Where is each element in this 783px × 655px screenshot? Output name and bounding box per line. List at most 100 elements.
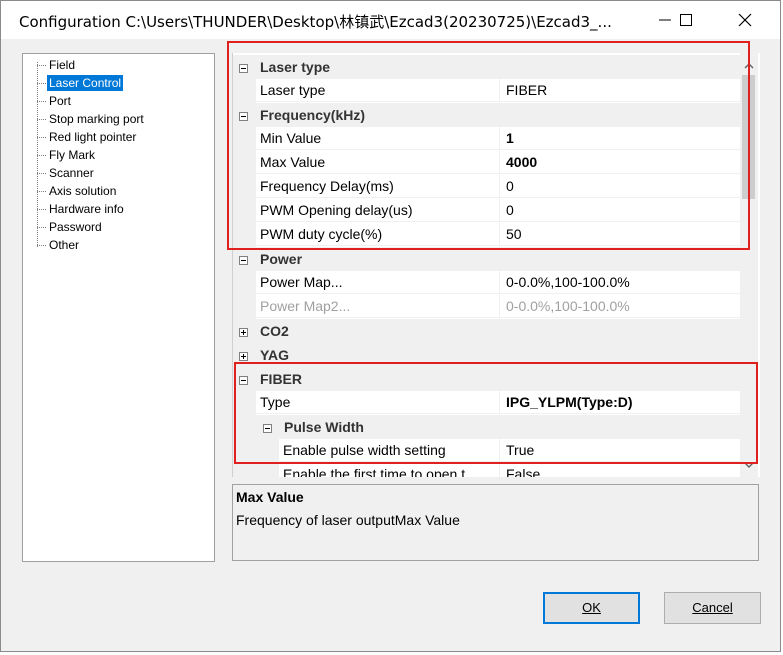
tree-item-field[interactable]: Field bbox=[47, 57, 77, 73]
property-grid: Laser type Laser type FIBER Frequency(kHz) M… bbox=[232, 53, 760, 477]
tree-item-stop-marking-port[interactable]: Stop marking port bbox=[47, 111, 146, 127]
cancel-label: Cancel bbox=[692, 600, 733, 615]
property-row[interactable]: PWM Opening delay(us) 0 bbox=[233, 199, 741, 223]
property-value[interactable]: 0-0.0%,100-100.0% bbox=[499, 295, 741, 318]
scroll-down-icon[interactable] bbox=[744, 462, 754, 469]
property-row[interactable]: Enable the first time to open t False bbox=[233, 463, 741, 477]
row-gutter bbox=[256, 439, 279, 463]
property-name: Max Value bbox=[256, 151, 499, 174]
property-row[interactable]: PWM duty cycle(%) 50 bbox=[233, 223, 741, 247]
maximize-button[interactable] bbox=[664, 5, 708, 35]
tree-item-fly-mark[interactable]: Fly Mark bbox=[47, 147, 97, 163]
row-gutter bbox=[233, 199, 256, 223]
tree-connector bbox=[37, 227, 46, 228]
property-value[interactable]: 4000 bbox=[499, 151, 741, 174]
property-name: Laser type bbox=[256, 79, 499, 102]
property-row[interactable]: Frequency Delay(ms) 0 bbox=[233, 175, 741, 199]
property-value[interactable]: 1 bbox=[499, 127, 741, 150]
property-name: Type bbox=[256, 391, 499, 414]
tree-connector bbox=[37, 245, 46, 246]
collapse-icon[interactable] bbox=[239, 254, 248, 265]
property-row[interactable]: Power Map... 0-0.0%,100-100.0% bbox=[233, 271, 741, 295]
tree-connector bbox=[37, 209, 46, 210]
close-button[interactable] bbox=[723, 5, 767, 35]
property-value[interactable]: False bbox=[499, 463, 741, 477]
property-name: Power Map... bbox=[256, 271, 499, 294]
property-subcategory[interactable]: Pulse Width bbox=[233, 415, 741, 439]
property-name: Enable pulse width setting bbox=[279, 439, 499, 462]
category-label: Power bbox=[260, 251, 303, 267]
property-value[interactable]: 0 bbox=[499, 199, 741, 222]
ok-button[interactable]: OK bbox=[543, 592, 640, 624]
property-row[interactable]: Min Value 1 bbox=[233, 127, 741, 151]
property-name: Power Map2... bbox=[256, 295, 499, 318]
row-gutter bbox=[233, 151, 256, 175]
tree-item-scanner[interactable]: Scanner bbox=[47, 165, 96, 181]
property-value[interactable]: FIBER bbox=[499, 79, 741, 102]
property-value[interactable]: 50 bbox=[499, 223, 741, 246]
property-category[interactable]: Laser type bbox=[233, 55, 741, 79]
title-bar[interactable]: Configuration C:\Users\THUNDER\Desktop\林… bbox=[1, 1, 780, 39]
property-name: Enable the first time to open t bbox=[279, 463, 499, 477]
property-category[interactable]: Frequency(kHz) bbox=[233, 103, 741, 127]
tree-item-red-light-pointer[interactable]: Red light pointer bbox=[47, 129, 138, 145]
collapse-icon[interactable] bbox=[239, 374, 248, 385]
scroll-up-icon[interactable] bbox=[744, 62, 754, 69]
row-gutter bbox=[233, 175, 256, 199]
collapse-icon[interactable] bbox=[239, 62, 248, 73]
tree-item-laser-control[interactable]: Laser Control bbox=[47, 75, 124, 91]
category-label: CO2 bbox=[260, 323, 289, 339]
configuration-dialog: Configuration C:\Users\THUNDER\Desktop\林… bbox=[0, 0, 781, 652]
tree-connector bbox=[37, 137, 46, 138]
property-row[interactable]: Laser type FIBER bbox=[233, 79, 741, 103]
scrollbar-thumb[interactable] bbox=[742, 75, 755, 199]
window-title: Configuration C:\Users\THUNDER\Desktop\林… bbox=[19, 13, 612, 31]
row-gutter bbox=[233, 127, 256, 151]
tree-item-axis-solution[interactable]: Axis solution bbox=[47, 183, 118, 199]
property-row[interactable]: Power Map2... 0-0.0%,100-100.0% bbox=[233, 295, 741, 319]
property-row[interactable]: Type IPG_YLPM(Type:D) bbox=[233, 391, 741, 415]
description-panel: Max Value Frequency of laser outputMax V… bbox=[232, 484, 759, 561]
tree-connector bbox=[37, 173, 46, 174]
cancel-button[interactable]: Cancel bbox=[664, 592, 761, 624]
property-name: PWM duty cycle(%) bbox=[256, 223, 499, 246]
property-value[interactable]: 0-0.0%,100-100.0% bbox=[499, 271, 741, 294]
property-value[interactable]: IPG_YLPM(Type:D) bbox=[499, 391, 741, 414]
collapse-icon[interactable] bbox=[263, 422, 272, 433]
property-name: Min Value bbox=[256, 127, 499, 150]
row-gutter bbox=[233, 223, 256, 247]
tree-connector bbox=[37, 191, 46, 192]
row-gutter bbox=[233, 295, 256, 319]
description-title: Max Value bbox=[236, 489, 304, 505]
expand-icon[interactable] bbox=[239, 350, 248, 361]
tree-item-port[interactable]: Port bbox=[47, 93, 73, 109]
row-gutter bbox=[233, 271, 256, 295]
tree-connector bbox=[37, 119, 46, 120]
tree-item-hardware-info[interactable]: Hardware info bbox=[47, 201, 126, 217]
property-category[interactable]: FIBER bbox=[233, 367, 741, 391]
property-row[interactable]: Max Value 4000 bbox=[233, 151, 741, 175]
tree-connector bbox=[37, 155, 46, 156]
category-label: Frequency(kHz) bbox=[260, 107, 366, 123]
property-name: PWM Opening delay(us) bbox=[256, 199, 499, 222]
property-row[interactable]: Enable pulse width setting True bbox=[233, 439, 741, 463]
tree-item-other[interactable]: Other bbox=[47, 237, 81, 253]
property-name: Frequency Delay(ms) bbox=[256, 175, 499, 198]
expand-icon[interactable] bbox=[239, 326, 248, 337]
property-value[interactable]: True bbox=[499, 439, 741, 462]
maximize-icon bbox=[680, 14, 692, 26]
settings-tree: Field Laser Control Port Stop marking port R… bbox=[22, 53, 215, 562]
property-category[interactable]: YAG bbox=[233, 343, 741, 367]
row-gutter bbox=[233, 463, 256, 477]
category-label: Pulse Width bbox=[284, 419, 364, 435]
property-category[interactable]: CO2 bbox=[233, 319, 741, 343]
row-gutter bbox=[233, 439, 256, 463]
tree-item-password[interactable]: Password bbox=[47, 219, 104, 235]
property-category[interactable]: Power bbox=[233, 247, 741, 271]
category-label: FIBER bbox=[260, 371, 302, 387]
row-gutter bbox=[233, 79, 256, 103]
grid-scrollbar[interactable] bbox=[740, 53, 758, 477]
collapse-icon[interactable] bbox=[239, 110, 248, 121]
tree-connector bbox=[37, 65, 46, 66]
property-value[interactable]: 0 bbox=[499, 175, 741, 198]
